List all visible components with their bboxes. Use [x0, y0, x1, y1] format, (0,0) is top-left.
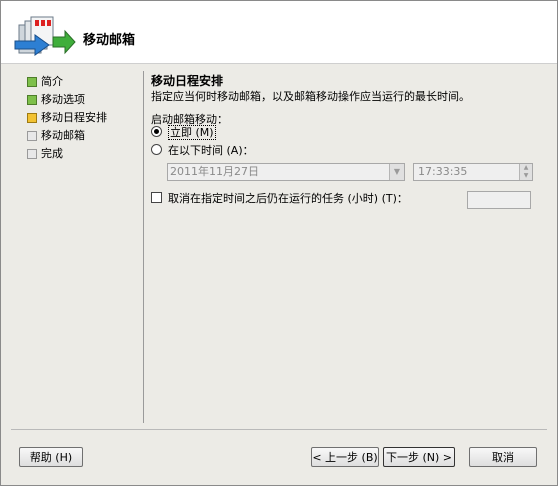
back-button[interactable]: < 上一步 (B) — [311, 447, 379, 467]
mailbox-move-icon — [14, 16, 76, 56]
step-move-options: 移动选项 — [25, 91, 107, 109]
step-label: 简介 — [41, 75, 63, 88]
step-pending-icon — [27, 131, 37, 141]
radio-at-time-label[interactable]: 在以下时间 (A)： — [168, 144, 254, 157]
spin-down-icon[interactable]: ▼ — [520, 172, 532, 180]
step-done-icon — [27, 77, 37, 87]
steps-divider — [143, 71, 144, 423]
dropdown-arrow-icon[interactable]: ▼ — [389, 164, 404, 180]
wizard-window: 移动邮箱 简介 移动选项 移动日程安排 移动邮箱 完成 移动日程安排 指定应当何… — [0, 0, 558, 486]
step-current-icon — [27, 113, 37, 123]
cancel-button[interactable]: 取消 — [469, 447, 537, 467]
step-done-icon — [27, 95, 37, 105]
step-intro: 简介 — [25, 73, 107, 91]
step-move-schedule: 移动日程安排 — [25, 109, 107, 127]
footer-divider — [11, 429, 547, 430]
date-value: 2011年11月27日 — [170, 165, 259, 178]
step-finish: 完成 — [25, 145, 107, 163]
section-title: 移动日程安排 — [151, 74, 224, 88]
start-now-option[interactable]: 立即 (M) — [151, 125, 216, 141]
time-picker[interactable]: 17:33:35 ▲ ▼ — [413, 163, 533, 181]
cancel-hours-input[interactable] — [467, 191, 531, 209]
schedule-panel: 移动日程安排 指定应当何时移动邮箱，以及邮箱移动操作应当运行的最长时间。 启动邮… — [151, 73, 541, 209]
spin-up-icon[interactable]: ▲ — [520, 164, 532, 172]
page-title: 移动邮箱 — [83, 33, 136, 48]
step-label: 移动选项 — [41, 93, 85, 106]
step-label: 移动邮箱 — [41, 129, 85, 142]
date-picker[interactable]: 2011年11月27日 ▼ — [167, 163, 405, 181]
step-move-mailbox: 移动邮箱 — [25, 127, 107, 145]
time-value: 17:33:35 — [418, 165, 468, 178]
help-button[interactable]: 帮助 (H) — [19, 447, 83, 467]
next-button[interactable]: 下一步 (N) > — [383, 447, 455, 467]
step-label: 移动日程安排 — [41, 111, 107, 124]
start-at-option[interactable]: 在以下时间 (A)： — [151, 143, 254, 159]
step-pending-icon — [27, 149, 37, 159]
time-spinner[interactable]: ▲ ▼ — [519, 164, 532, 180]
cancel-after-checkbox[interactable] — [151, 192, 162, 203]
step-label: 完成 — [41, 147, 63, 160]
radio-now[interactable] — [151, 126, 162, 137]
radio-now-label[interactable]: 立即 (M) — [168, 125, 216, 140]
cancel-after-option[interactable]: 取消在指定时间之后仍在运行的任务 (小时) (T)： — [151, 191, 408, 207]
wizard-steps: 简介 移动选项 移动日程安排 移动邮箱 完成 — [25, 73, 107, 163]
section-description: 指定应当何时移动邮箱，以及邮箱移动操作应当运行的最长时间。 — [151, 90, 470, 103]
cancel-after-label[interactable]: 取消在指定时间之后仍在运行的任务 (小时) (T)： — [168, 192, 408, 205]
wizard-header: 移动邮箱 — [1, 1, 557, 64]
radio-at-time[interactable] — [151, 144, 162, 155]
